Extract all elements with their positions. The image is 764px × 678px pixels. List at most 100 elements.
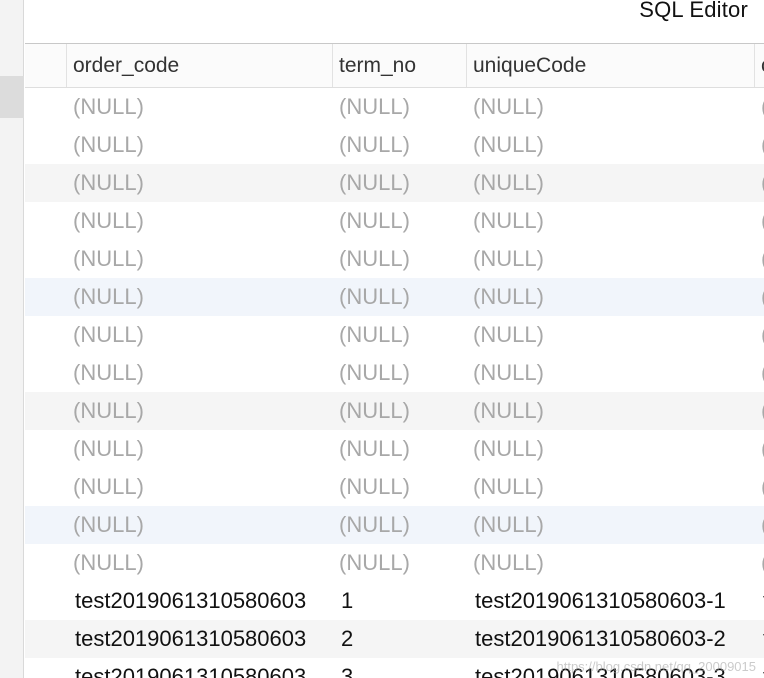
row-number-cell[interactable]: [25, 278, 67, 316]
cell-term-no[interactable]: (NULL): [333, 544, 467, 582]
table-row[interactable]: (NULL)(NULL)(NULL)(: [25, 468, 764, 506]
row-number-cell[interactable]: [25, 468, 67, 506]
sidebar-selected-item[interactable]: [0, 76, 24, 118]
cell-order-code[interactable]: (NULL): [67, 392, 333, 430]
cell-term-no[interactable]: (NULL): [333, 316, 467, 354]
table-row[interactable]: test2019061310580603 1 test201906131058060…: [25, 582, 764, 620]
cell-order-code[interactable]: (NULL): [67, 316, 333, 354]
cell-term-no[interactable]: (NULL): [333, 164, 467, 202]
cell-order-code[interactable]: (NULL): [67, 240, 333, 278]
cell-unique-code[interactable]: test2019061310580603-1: [467, 582, 755, 620]
row-number-cell[interactable]: [25, 392, 67, 430]
cell-unique-code[interactable]: (NULL): [467, 544, 755, 582]
row-number-header[interactable]: [25, 44, 67, 87]
cell-next-column[interactable]: (: [755, 202, 764, 240]
cell-term-no[interactable]: (NULL): [333, 354, 467, 392]
cell-next-column[interactable]: (: [755, 88, 764, 126]
cell-next-column[interactable]: (: [755, 392, 764, 430]
cell-term-no[interactable]: 3: [333, 658, 467, 678]
table-row[interactable]: test2019061310580603 3 test201906131058060…: [25, 658, 764, 678]
cell-order-code[interactable]: (NULL): [67, 354, 333, 392]
row-number-cell[interactable]: [25, 240, 67, 278]
column-header-order-code[interactable]: order_code: [67, 44, 333, 87]
cell-term-no[interactable]: (NULL): [333, 202, 467, 240]
cell-next-column[interactable]: (: [755, 164, 764, 202]
cell-unique-code[interactable]: (NULL): [467, 240, 755, 278]
cell-unique-code[interactable]: (NULL): [467, 126, 755, 164]
cell-order-code[interactable]: (NULL): [67, 202, 333, 240]
cell-order-code[interactable]: (NULL): [67, 544, 333, 582]
row-number-cell[interactable]: [25, 202, 67, 240]
cell-unique-code[interactable]: test2019061310580603-2: [467, 620, 755, 658]
table-row[interactable]: (NULL)(NULL)(NULL)(: [25, 544, 764, 582]
cell-unique-code[interactable]: (NULL): [467, 354, 755, 392]
cell-unique-code[interactable]: (NULL): [467, 316, 755, 354]
table-row[interactable]: (NULL)(NULL)(NULL)(: [25, 430, 764, 468]
row-number-cell[interactable]: [25, 164, 67, 202]
row-number-cell[interactable]: [25, 88, 67, 126]
row-number-cell[interactable]: [25, 620, 67, 658]
cell-order-code[interactable]: (NULL): [67, 468, 333, 506]
cell-unique-code[interactable]: (NULL): [467, 430, 755, 468]
cell-next-column[interactable]: (: [755, 278, 764, 316]
cell-term-no[interactable]: 1: [333, 582, 467, 620]
cell-term-no[interactable]: (NULL): [333, 126, 467, 164]
table-row[interactable]: (NULL)(NULL)(NULL)(: [25, 202, 764, 240]
cell-next-column[interactable]: t: [755, 658, 764, 678]
cell-term-no[interactable]: (NULL): [333, 240, 467, 278]
column-header-term-no[interactable]: term_no: [333, 44, 467, 87]
cell-unique-code[interactable]: (NULL): [467, 202, 755, 240]
cell-term-no[interactable]: (NULL): [333, 278, 467, 316]
cell-next-column[interactable]: t: [755, 582, 764, 620]
column-header-next[interactable]: c: [755, 44, 764, 87]
cell-order-code[interactable]: test2019061310580603: [67, 620, 333, 658]
column-header-unique-code[interactable]: uniqueCode: [467, 44, 755, 87]
cell-order-code[interactable]: (NULL): [67, 278, 333, 316]
cell-next-column[interactable]: (: [755, 506, 764, 544]
row-number-cell[interactable]: [25, 544, 67, 582]
cell-term-no[interactable]: (NULL): [333, 88, 467, 126]
table-row[interactable]: (NULL)(NULL)(NULL)(: [25, 164, 764, 202]
cell-next-column[interactable]: (: [755, 126, 764, 164]
cell-term-no[interactable]: (NULL): [333, 392, 467, 430]
left-sidebar[interactable]: [0, 0, 24, 678]
cell-next-column[interactable]: (: [755, 240, 764, 278]
cell-order-code[interactable]: (NULL): [67, 506, 333, 544]
cell-next-column[interactable]: (: [755, 354, 764, 392]
cell-term-no[interactable]: (NULL): [333, 430, 467, 468]
table-row[interactable]: (NULL)(NULL)(NULL)(: [25, 392, 764, 430]
cell-next-column[interactable]: (: [755, 316, 764, 354]
table-row[interactable]: (NULL)(NULL)(NULL)(: [25, 278, 764, 316]
cell-order-code[interactable]: (NULL): [67, 88, 333, 126]
cell-order-code[interactable]: (NULL): [67, 126, 333, 164]
table-row[interactable]: (NULL)(NULL)(NULL)(: [25, 316, 764, 354]
row-number-cell[interactable]: [25, 430, 67, 468]
cell-next-column[interactable]: t: [755, 620, 764, 658]
cell-term-no[interactable]: (NULL): [333, 506, 467, 544]
row-number-cell[interactable]: [25, 582, 67, 620]
cell-term-no[interactable]: 2: [333, 620, 467, 658]
table-row[interactable]: (NULL)(NULL)(NULL)(: [25, 88, 764, 126]
table-row[interactable]: test2019061310580603 2 test201906131058060…: [25, 620, 764, 658]
cell-unique-code[interactable]: (NULL): [467, 468, 755, 506]
cell-unique-code[interactable]: test2019061310580603-3: [467, 658, 755, 678]
cell-next-column[interactable]: (: [755, 544, 764, 582]
cell-unique-code[interactable]: (NULL): [467, 164, 755, 202]
cell-next-column[interactable]: (: [755, 430, 764, 468]
cell-order-code[interactable]: test2019061310580603: [67, 582, 333, 620]
cell-unique-code[interactable]: (NULL): [467, 392, 755, 430]
row-number-cell[interactable]: [25, 658, 67, 678]
table-row[interactable]: (NULL)(NULL)(NULL)(: [25, 354, 764, 392]
cell-unique-code[interactable]: (NULL): [467, 278, 755, 316]
cell-order-code[interactable]: (NULL): [67, 164, 333, 202]
cell-unique-code[interactable]: (NULL): [467, 506, 755, 544]
cell-term-no[interactable]: (NULL): [333, 468, 467, 506]
row-number-cell[interactable]: [25, 506, 67, 544]
table-row[interactable]: (NULL)(NULL)(NULL)(: [25, 126, 764, 164]
cell-unique-code[interactable]: (NULL): [467, 88, 755, 126]
result-grid[interactable]: order_code term_no uniqueCode c (NULL)(N…: [25, 44, 764, 678]
cell-order-code[interactable]: test2019061310580603: [67, 658, 333, 678]
cell-next-column[interactable]: (: [755, 468, 764, 506]
table-row[interactable]: (NULL)(NULL)(NULL)(: [25, 506, 764, 544]
row-number-cell[interactable]: [25, 354, 67, 392]
